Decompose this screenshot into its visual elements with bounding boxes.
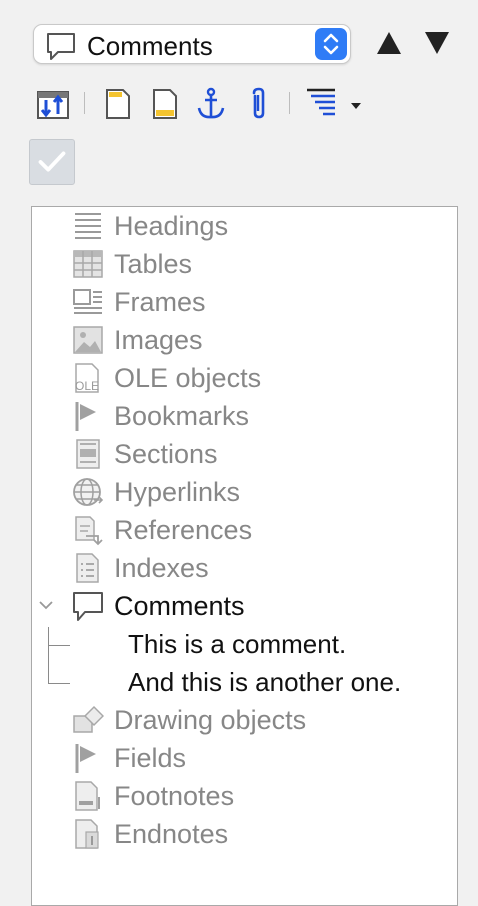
frame-icon bbox=[73, 289, 102, 314]
header-page-icon[interactable] bbox=[104, 86, 132, 122]
category-select-value: Comments bbox=[87, 31, 213, 61]
comment-text: And this is another one. bbox=[128, 667, 402, 697]
chevron-up-down-icon[interactable] bbox=[315, 28, 347, 60]
comment-icon bbox=[47, 33, 75, 60]
tree-item-label: Images bbox=[114, 325, 203, 355]
globe-icon bbox=[73, 478, 104, 506]
tree-item-sections[interactable]: Sections bbox=[32, 435, 457, 473]
content-navigator-tree[interactable]: Headings Tables Frames Images OLE OLE ob… bbox=[31, 206, 458, 906]
tree-item-comment-entry[interactable]: And this is another one. bbox=[32, 663, 457, 701]
tree-item-references[interactable]: References bbox=[32, 511, 457, 549]
tree-item-label: Indexes bbox=[114, 553, 209, 583]
tree-item-label: Frames bbox=[114, 287, 206, 317]
navigate-category-select[interactable]: Comments bbox=[33, 24, 351, 64]
tree-item-label: References bbox=[114, 515, 253, 545]
index-icon bbox=[76, 553, 99, 583]
tree-item-frames[interactable]: Frames bbox=[32, 283, 457, 321]
tree-item-label: OLE objects bbox=[114, 363, 262, 393]
toolbar-separator bbox=[84, 92, 85, 114]
checkmark-icon bbox=[38, 151, 66, 172]
tree-item-footnotes[interactable]: Footnotes bbox=[32, 777, 457, 815]
bookmark-flag-icon bbox=[75, 402, 96, 431]
comment-text: This is a comment. bbox=[128, 629, 347, 659]
track-changes-toggle[interactable] bbox=[29, 139, 75, 185]
tree-item-endnotes[interactable]: Endnotes bbox=[32, 815, 457, 853]
tree-item-images[interactable]: Images bbox=[32, 321, 457, 359]
tree-item-label: Comments bbox=[114, 591, 245, 621]
tree-item-fields[interactable]: Fields bbox=[32, 739, 457, 777]
tree-item-indexes[interactable]: Indexes bbox=[32, 549, 457, 587]
tree-item-label: Endnotes bbox=[114, 819, 229, 849]
ole-icon: OLE bbox=[75, 363, 99, 393]
tree-item-label: Footnotes bbox=[114, 781, 235, 811]
drawing-icon bbox=[73, 705, 104, 733]
toolbar-separator bbox=[289, 92, 290, 114]
section-icon bbox=[76, 439, 100, 469]
next-object-button[interactable] bbox=[424, 30, 450, 56]
reference-icon bbox=[75, 516, 103, 546]
tree-item-tables[interactable]: Tables bbox=[32, 245, 457, 283]
outline-levels-icon[interactable] bbox=[305, 86, 365, 122]
headings-icon bbox=[75, 213, 101, 239]
footer-page-icon[interactable] bbox=[151, 86, 179, 122]
field-flag-icon bbox=[75, 744, 96, 773]
tree-item-label: Fields bbox=[114, 743, 187, 773]
toggle-navigator-icon[interactable] bbox=[36, 86, 70, 122]
tree-item-label: Headings bbox=[114, 211, 229, 241]
tree-item-label: Bookmarks bbox=[114, 401, 250, 431]
previous-object-button[interactable] bbox=[376, 30, 402, 56]
tree-item-label: Drawing objects bbox=[114, 705, 307, 735]
tree-item-drawing-objects[interactable]: Drawing objects bbox=[32, 701, 457, 739]
paperclip-icon[interactable] bbox=[246, 86, 272, 122]
tree-item-comments[interactable]: Comments bbox=[32, 587, 457, 625]
tree-item-label: Sections bbox=[114, 439, 218, 469]
tree-item-hyperlinks[interactable]: Hyperlinks bbox=[32, 473, 457, 511]
tree-item-label: Hyperlinks bbox=[114, 477, 241, 507]
table-icon bbox=[73, 250, 103, 278]
image-icon bbox=[73, 326, 103, 354]
chevron-down-icon[interactable] bbox=[38, 599, 54, 611]
tree-item-bookmarks[interactable]: Bookmarks bbox=[32, 397, 457, 435]
svg-text:OLE: OLE bbox=[75, 379, 99, 393]
tree-item-label: Tables bbox=[114, 249, 193, 279]
tree-item-ole-objects[interactable]: OLE OLE objects bbox=[32, 359, 457, 397]
comment-icon bbox=[73, 592, 103, 621]
tree-item-comment-entry[interactable]: This is a comment. bbox=[32, 625, 457, 663]
footnote-icon bbox=[75, 781, 100, 811]
endnote-icon bbox=[75, 819, 99, 849]
anchor-icon[interactable] bbox=[195, 86, 227, 122]
tree-item-headings[interactable]: Headings bbox=[32, 207, 457, 245]
